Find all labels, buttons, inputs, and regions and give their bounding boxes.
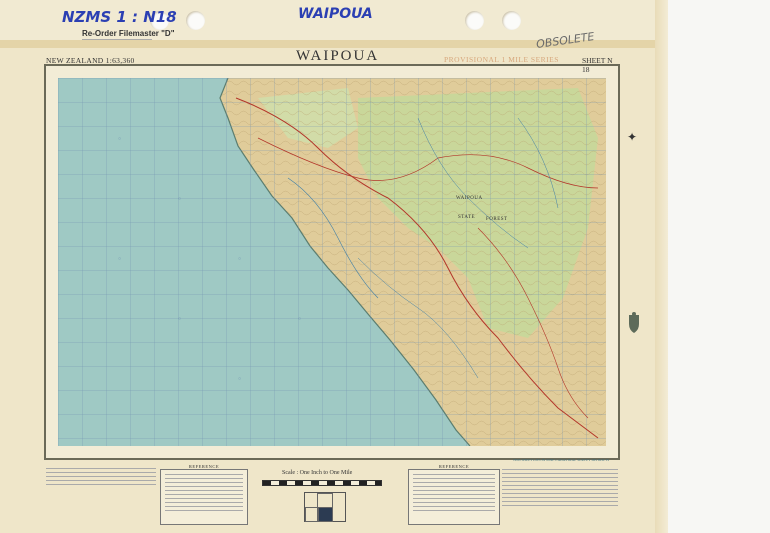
cadastral-note-title: THIS SHEET LIES IN NINE CADASTRAL SURVEY… [512, 458, 610, 462]
forest-label-2: STATE [458, 215, 475, 220]
map-scale-label: NEW ZEALAND 1:63,360 [46, 56, 135, 65]
reference-legend-left: REFERENCE [160, 464, 248, 525]
reference-right-title: REFERENCE [438, 464, 470, 469]
cadastral-note-box [502, 469, 618, 519]
handwritten-map-code: NZMS 1 : N18 [62, 8, 177, 26]
scale-label: Scale : One Inch to One Mile [282, 470, 353, 476]
reorder-label: Re-Order Filemaster "D" [82, 29, 175, 38]
map-series-label: PROVISIONAL 1 MILE SERIES [444, 55, 559, 64]
svg-text:○: ○ [118, 136, 121, 142]
punch-hole-icon [465, 11, 484, 30]
sheet-edge [655, 0, 668, 533]
scale-bar [262, 480, 382, 486]
reference-left-title: REFERENCE [188, 464, 220, 469]
forest-label-1: WAIPOUA [456, 196, 483, 201]
reference-legend-right: REFERENCE [408, 464, 500, 525]
punch-hole-icon [186, 11, 205, 30]
handwritten-map-name: WAIPOUA [298, 6, 373, 22]
punch-hole-icon [502, 11, 521, 30]
map-sheet-number: SHEET N 18 [582, 56, 613, 74]
north-arrow-icon: ✦ [627, 130, 638, 144]
topographic-map: ○ ○ ○ ○ ○ ○ ○ WAIPOUA STATE FOREST [58, 78, 606, 446]
sheet-index-diagram [304, 492, 346, 522]
svg-text:○: ○ [178, 316, 181, 322]
svg-text:○: ○ [298, 316, 301, 322]
map-title: WAIPOUA [296, 48, 380, 64]
map-grid [58, 78, 606, 446]
svg-text:○: ○ [238, 376, 241, 382]
svg-text:○: ○ [118, 256, 121, 262]
svg-text:○: ○ [238, 256, 241, 262]
svg-text:○: ○ [178, 196, 181, 202]
forest-label-3: FOREST [486, 217, 508, 222]
coat-of-arms-icon [629, 312, 639, 333]
map-title-row: NEW ZEALAND 1:63,360 WAIPOUA PROVISIONAL… [44, 48, 620, 74]
